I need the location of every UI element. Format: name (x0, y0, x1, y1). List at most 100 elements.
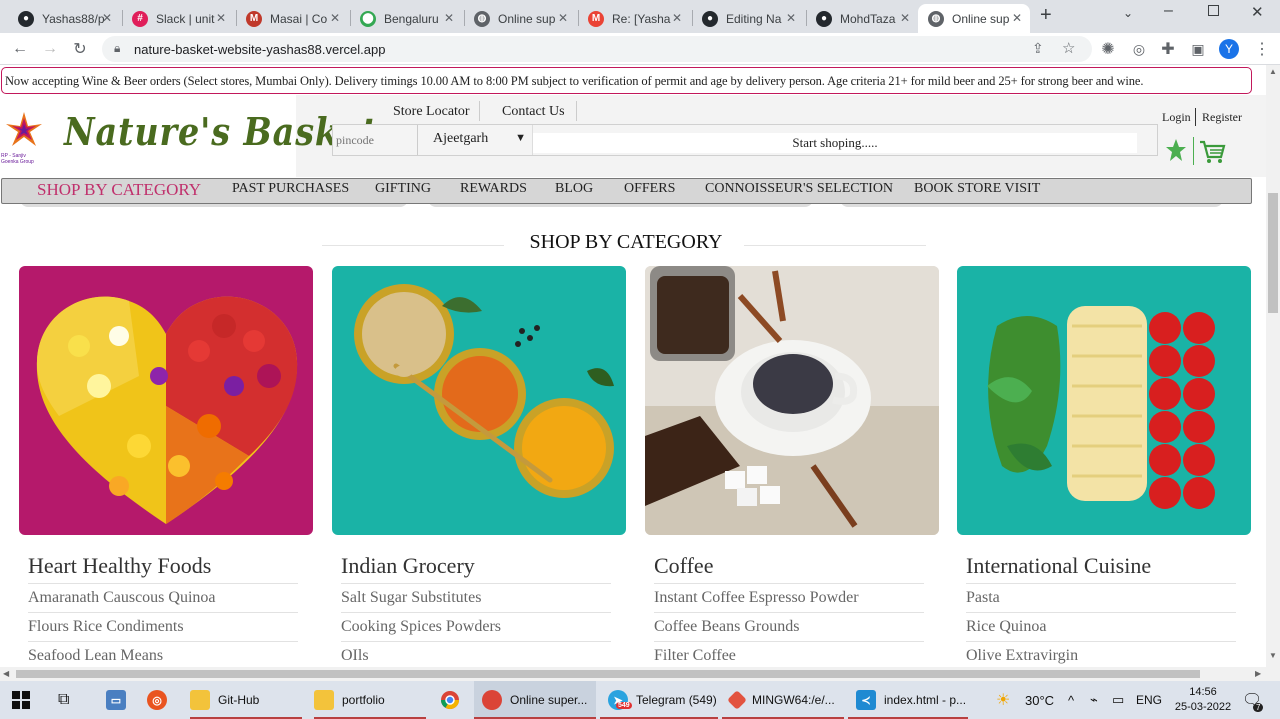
address-bar[interactable]: 🔒︎ nature-basket-website-yashas88.vercel… (102, 36, 1092, 62)
clock[interactable]: 14:56 25-03-2022 (1172, 681, 1234, 719)
category-link[interactable]: Coffee Beans Grounds (654, 618, 799, 636)
login-link[interactable]: Login (1162, 110, 1191, 125)
taskbar-item-git-hub[interactable]: Git-Hub (190, 681, 302, 719)
network-icon[interactable]: ⌁ (1090, 681, 1098, 719)
gmail-icon: M (588, 10, 604, 27)
maximize-button[interactable] (1208, 5, 1219, 16)
announcement-banner: Now accepting Wine & Beer orders (Select… (1, 67, 1252, 94)
category-title[interactable]: International Cuisine (966, 553, 1151, 579)
category-link[interactable]: Cooking Spices Powders (341, 618, 501, 636)
notification-center-icon[interactable]: 🗨︎ 7 (1242, 681, 1264, 719)
category-image-heart-healthy[interactable] (19, 266, 313, 535)
extension-icon[interactable]: ✺ (1098, 39, 1118, 59)
window-close-button[interactable]: ✕ (1251, 3, 1264, 21)
register-link[interactable]: Register (1202, 110, 1242, 125)
new-tab-button[interactable]: + (1040, 4, 1052, 27)
close-tab-icon[interactable]: ✕ (558, 11, 568, 25)
search-input[interactable]: Start shoping..... (533, 133, 1137, 153)
browser-tab[interactable]: M Re: [Yasha ✕ (578, 4, 690, 33)
city-select[interactable]: Ajeetgarh ▼ (419, 125, 533, 155)
close-tab-icon[interactable]: ✕ (444, 11, 454, 25)
nav-past-purchases[interactable]: PAST PURCHASES (232, 181, 349, 197)
nav-blog[interactable]: BLOG (555, 181, 593, 197)
browser-tab[interactable]: ● MohdTaza ✕ (806, 4, 918, 33)
category-title[interactable]: Indian Grocery (341, 553, 475, 579)
category-link[interactable]: Filter Coffee (654, 647, 736, 665)
pincode-input[interactable] (333, 125, 418, 155)
category-image-international-cuisine[interactable] (957, 266, 1251, 535)
temperature[interactable]: 30°C (1025, 681, 1054, 719)
share-icon[interactable]: ⇪ (1032, 40, 1044, 57)
task-view-icon[interactable]: ⧉ (58, 681, 69, 719)
nav-connoisseurs-selection[interactable]: CONNOISSEUR'S SELECTION (705, 181, 893, 197)
battery-icon[interactable]: ▭ (1112, 681, 1124, 719)
nav-offers[interactable]: OFFERS (624, 181, 675, 197)
browser-tab[interactable]: M Masai | Co ✕ (236, 4, 348, 33)
close-tab-icon[interactable]: ✕ (672, 11, 682, 25)
close-tab-icon[interactable]: ✕ (216, 11, 226, 25)
browser-tab[interactable]: ◍ Online sup ✕ (464, 4, 576, 33)
category-title[interactable]: Coffee (654, 553, 713, 579)
start-windows-icon[interactable] (12, 681, 36, 719)
browser-tab[interactable]: ● Editing Na ✕ (692, 4, 804, 33)
nav-gifting[interactable]: GIFTING (375, 181, 431, 197)
back-icon[interactable]: ← (10, 39, 30, 59)
chrome-icon (482, 690, 502, 710)
taskbar-item-mingw64[interactable]: MINGW64:/e/... (722, 681, 844, 719)
browser-tab[interactable]: # Slack | unit ✕ (122, 4, 234, 33)
taskbar-item-vscode[interactable]: ≺ index.html - p... (848, 681, 968, 719)
category-link[interactable]: OIls (341, 647, 369, 665)
browser-tab-active[interactable]: ◍ Online sup ✕ (918, 4, 1030, 33)
close-tab-icon[interactable]: ✕ (900, 11, 910, 25)
taskbar-item-telegram[interactable]: ➤ 549 Telegram (549) (600, 681, 718, 719)
forward-icon[interactable]: → (40, 39, 60, 59)
chevron-up-icon[interactable]: ^ (1068, 681, 1074, 719)
folder-icon (190, 690, 210, 710)
extensions-puzzle-icon[interactable]: ✚ (1158, 39, 1178, 59)
side-panel-icon[interactable]: ▣ (1188, 39, 1208, 59)
close-tab-icon[interactable]: ✕ (102, 11, 112, 25)
nav-book-store-visit[interactable]: BOOK STORE VISIT (914, 181, 1040, 197)
taskbar-item-portfolio[interactable]: portfolio (314, 681, 426, 719)
ubuntu-icon[interactable]: ◎ (147, 681, 175, 719)
git-bash-icon (727, 690, 747, 710)
nav-shop-by-category[interactable]: SHOP BY CATEGORY (37, 180, 201, 200)
nav-rewards[interactable]: REWARDS (460, 181, 527, 197)
extension-icon[interactable]: ◎ (1129, 39, 1149, 59)
category-link[interactable]: Pasta (966, 589, 1000, 607)
category-link[interactable]: Seafood Lean Means (28, 647, 163, 665)
minimize-button[interactable]: – (1164, 2, 1173, 20)
pinned-app-icon[interactable]: ▭ (106, 681, 134, 719)
browser-tab[interactable]: ● Yashas88/p ✕ (8, 4, 120, 33)
category-image-indian-grocery[interactable] (332, 266, 626, 535)
wishlist-star-icon[interactable] (1165, 138, 1187, 164)
language-indicator[interactable]: ENG (1136, 681, 1162, 719)
horizontal-scrollbar[interactable]: ◀ ▶ (0, 667, 1280, 681)
globe-icon: ◍ (474, 10, 490, 27)
category-link[interactable]: Flours Rice Condiments (28, 618, 184, 636)
weather-icon[interactable]: ☀ (996, 681, 1010, 719)
reload-icon[interactable]: ↻ (70, 39, 90, 59)
category-link[interactable]: Salt Sugar Substitutes (341, 589, 481, 607)
category-image-coffee[interactable] (645, 266, 939, 535)
category-link[interactable]: Olive Extravirgin (966, 647, 1078, 665)
close-tab-icon[interactable]: ✕ (330, 11, 340, 25)
contact-us-link[interactable]: Contact Us (502, 104, 565, 120)
tab-search-button[interactable]: ⌄ (1123, 6, 1133, 20)
bookmark-star-icon[interactable]: ☆ (1062, 39, 1075, 57)
vertical-scrollbar[interactable]: ▲ ▼ (1266, 65, 1280, 667)
profile-avatar[interactable]: Y (1219, 39, 1239, 59)
taskbar-item-chrome-online-super[interactable]: Online super... (474, 681, 596, 719)
category-link[interactable]: Rice Quinoa (966, 618, 1046, 636)
store-locator-link[interactable]: Store Locator (393, 104, 470, 120)
url-text: nature-basket-website-yashas88.vercel.ap… (134, 42, 386, 57)
category-title[interactable]: Heart Healthy Foods (28, 553, 211, 579)
chrome-icon[interactable] (440, 681, 460, 719)
category-link[interactable]: Amaranath Causcous Quinoa (28, 589, 216, 607)
browser-tab[interactable]: ⬤ Bengaluru ✕ (350, 4, 462, 33)
menu-dots-icon[interactable]: ⋮ (1252, 39, 1272, 59)
close-tab-icon[interactable]: ✕ (1012, 11, 1022, 25)
category-link[interactable]: Instant Coffee Espresso Powder (654, 589, 859, 607)
close-tab-icon[interactable]: ✕ (786, 11, 796, 25)
cart-icon[interactable] (1198, 138, 1226, 166)
